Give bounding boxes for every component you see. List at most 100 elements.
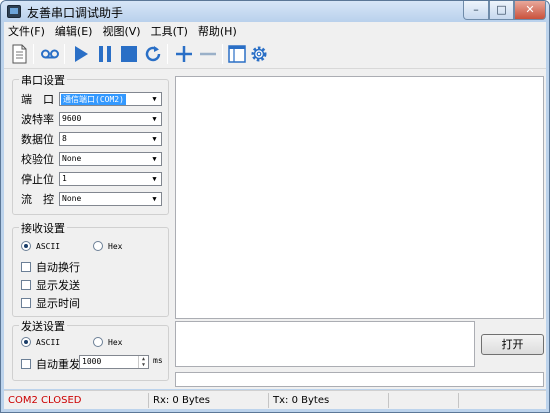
record-icon[interactable] [39, 43, 61, 65]
checkbox-icon[interactable] [21, 298, 31, 308]
radio-unchecked-icon[interactable] [93, 241, 103, 251]
baud-select[interactable]: 9600 ▼ [59, 112, 162, 126]
maximize-button[interactable]: □ [489, 1, 514, 20]
stop-icon[interactable] [118, 43, 140, 65]
stopbits-value: 1 [62, 174, 67, 183]
gear-icon[interactable] [248, 43, 270, 65]
chevron-down-icon[interactable]: ▼ [148, 133, 161, 145]
status-bar: COM2 CLOSED Rx: 0 Bytes Tx: 0 Bytes [4, 390, 546, 409]
command-input[interactable] [175, 372, 544, 387]
refresh-icon[interactable] [142, 43, 164, 65]
play-icon[interactable] [70, 43, 92, 65]
close-button[interactable]: ✕ [514, 1, 546, 20]
checkbox-icon[interactable] [21, 280, 31, 290]
chevron-down-icon[interactable]: ▼ [148, 173, 161, 185]
chevron-down-icon[interactable]: ▼ [148, 193, 161, 205]
field-label: 端 口 [21, 92, 54, 106]
window-icon[interactable] [226, 43, 248, 65]
receive-hex-radio[interactable]: Hex [93, 241, 122, 251]
receive-settings-group: 接收设置 ASCII Hex 自动换行 显示发送 显示时间 [12, 220, 169, 317]
minimize-button[interactable]: – [463, 1, 489, 20]
field-label: 数据位 [21, 132, 54, 146]
parity-select[interactable]: None ▼ [59, 152, 162, 166]
group-title: 接收设置 [19, 220, 67, 236]
rx-count: Rx: 0 Bytes [149, 393, 269, 408]
resend-interval-input[interactable]: 1000 ▲ ▼ [79, 355, 149, 369]
pause-icon[interactable] [94, 43, 116, 65]
checkbox-label: 显示时间 [36, 297, 80, 310]
spin-arrows-icon[interactable]: ▲ ▼ [138, 356, 148, 368]
client-area: 串口设置 端 口 通信端口(COM2) ▼ 波特率 9600 ▼ 数据位 8 ▼ [4, 69, 546, 389]
interval-unit: ms [153, 356, 163, 365]
menu-tools[interactable]: 工具(T) [151, 23, 188, 39]
window-title: 友善串口调试助手 [27, 6, 124, 20]
radio-label: Hex [108, 241, 123, 251]
menu-file[interactable]: 文件(F) [8, 23, 45, 39]
send-settings-group: 发送设置 ASCII Hex 自动重发 1000 ▲ ▼ ms [12, 318, 169, 381]
menu-bar: 文件(F) 编辑(E) 视图(V) 工具(T) 帮助(H) [4, 22, 546, 40]
radio-checked-icon[interactable] [21, 241, 31, 251]
parity-row: 校验位 [21, 151, 59, 166]
stopbits-row: 停止位 [21, 171, 59, 186]
show-sent-checkbox[interactable]: 显示发送 [21, 277, 80, 293]
receive-textarea[interactable] [175, 76, 544, 319]
chevron-down-icon[interactable]: ▼ [148, 153, 161, 165]
field-label: 校验位 [21, 152, 54, 166]
receive-ascii-radio[interactable]: ASCII [21, 241, 60, 251]
show-time-checkbox[interactable]: 显示时间 [21, 295, 80, 311]
toolbar-separator [222, 44, 223, 64]
port-value: 通信端口(COM2) [61, 94, 126, 105]
auto-resend-checkbox[interactable]: 自动重发 [21, 356, 80, 372]
databits-row: 数据位 [21, 131, 59, 146]
databits-select[interactable]: 8 ▼ [59, 132, 162, 146]
app-window: 友善串口调试助手 – □ ✕ 文件(F) 编辑(E) 视图(V) 工具(T) 帮… [0, 0, 550, 413]
interval-value: 1000 [82, 357, 102, 366]
status-cell-empty [459, 393, 546, 408]
send-ascii-radio[interactable]: ASCII [21, 337, 60, 347]
port-status: COM2 CLOSED [4, 393, 149, 408]
stopbits-select[interactable]: 1 ▼ [59, 172, 162, 186]
databits-value: 8 [62, 134, 67, 143]
radio-label: ASCII [36, 241, 61, 251]
flowcontrol-select[interactable]: None ▼ [59, 192, 162, 206]
toolbar [4, 40, 546, 69]
auto-wrap-checkbox[interactable]: 自动换行 [21, 259, 80, 275]
baud-row: 波特率 [21, 111, 59, 126]
field-label: 流 控 [21, 192, 54, 206]
group-title: 串口设置 [19, 72, 67, 88]
remove-icon[interactable] [197, 43, 219, 65]
toolbar-separator [64, 44, 65, 64]
send-hex-radio[interactable]: Hex [93, 337, 122, 347]
field-label: 波特率 [21, 112, 54, 126]
menu-edit[interactable]: 编辑(E) [55, 23, 93, 39]
status-cell-empty [389, 393, 459, 408]
radio-checked-icon[interactable] [21, 337, 31, 347]
radio-unchecked-icon[interactable] [93, 337, 103, 347]
app-logo-icon [7, 5, 21, 18]
flowcontrol-row: 流 控 [21, 191, 59, 206]
checkbox-icon[interactable] [21, 359, 31, 369]
new-document-icon[interactable] [8, 43, 30, 65]
radio-label: ASCII [36, 337, 61, 347]
baud-value: 9600 [62, 114, 82, 123]
checkbox-label: 显示发送 [36, 279, 80, 292]
checkbox-label: 自动换行 [36, 261, 80, 274]
menu-view[interactable]: 视图(V) [102, 23, 140, 39]
tx-count: Tx: 0 Bytes [269, 393, 389, 408]
chevron-down-icon[interactable]: ▼ [148, 93, 161, 105]
checkbox-label: 自动重发 [36, 358, 80, 371]
parity-value: None [62, 154, 82, 163]
chevron-down-icon[interactable]: ▼ [148, 113, 161, 125]
field-label: 停止位 [21, 172, 54, 186]
serial-settings-group: 串口设置 端 口 通信端口(COM2) ▼ 波特率 9600 ▼ 数据位 8 ▼ [12, 72, 169, 215]
port-select[interactable]: 通信端口(COM2) ▼ [59, 92, 162, 106]
menu-help[interactable]: 帮助(H) [198, 23, 237, 39]
send-textarea[interactable] [175, 321, 475, 367]
port-row: 端 口 [21, 91, 59, 106]
checkbox-icon[interactable] [21, 262, 31, 272]
group-title: 发送设置 [19, 318, 67, 334]
add-icon[interactable] [173, 43, 195, 65]
toolbar-separator [167, 44, 168, 64]
open-port-button[interactable]: 打开 [481, 334, 544, 355]
radio-label: Hex [108, 337, 123, 347]
